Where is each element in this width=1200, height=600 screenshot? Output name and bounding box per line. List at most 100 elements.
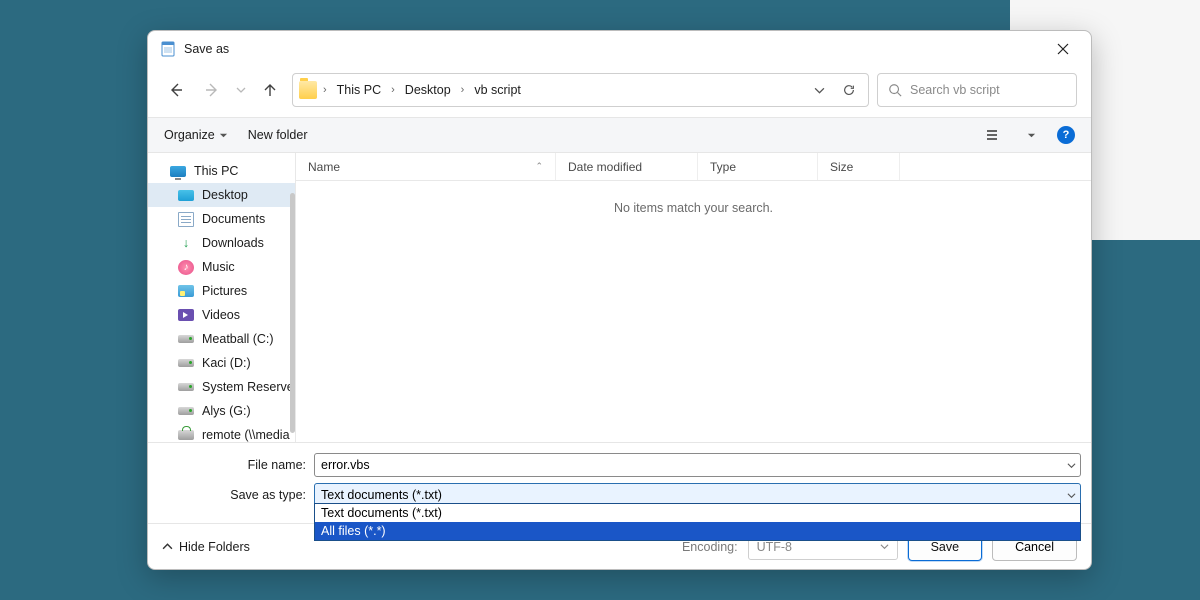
sidebar-item[interactable]: This PC: [148, 159, 295, 183]
sidebar-item[interactable]: Pictures: [148, 279, 295, 303]
sidebar-item-label: Alys (G:): [202, 404, 251, 418]
cancel-label: Cancel: [1015, 540, 1054, 554]
search-box[interactable]: [877, 73, 1077, 107]
sidebar-item[interactable]: ♪Music: [148, 255, 295, 279]
breadcrumb-separator: ›: [459, 84, 467, 96]
arrow-right-icon: [204, 82, 220, 98]
encoding-label: Encoding:: [682, 540, 738, 554]
arrow-left-icon: [168, 82, 184, 98]
sidebar-item[interactable]: Kaci (D:): [148, 351, 295, 375]
sidebar-item-label: System Reserved: [202, 380, 295, 394]
file-name-dropdown[interactable]: [1062, 454, 1080, 476]
desktop-icon: [178, 190, 194, 201]
view-options-button[interactable]: [983, 124, 1005, 146]
file-name-label: File name:: [158, 458, 314, 472]
sidebar-item-label: Downloads: [202, 236, 264, 250]
new-folder-label: New folder: [248, 128, 308, 142]
up-button[interactable]: [256, 76, 284, 104]
address-bar[interactable]: › This PC › Desktop › vb script: [292, 73, 869, 107]
column-header-name[interactable]: Name ⌃: [296, 153, 556, 180]
save-type-value: Text documents (*.txt): [321, 488, 442, 502]
sidebar-item-label: Documents: [202, 212, 265, 226]
sidebar-item[interactable]: remote (\\media: [148, 423, 295, 442]
drive-icon: [178, 335, 194, 343]
sidebar-item[interactable]: Documents: [148, 207, 295, 231]
close-icon: [1057, 43, 1069, 55]
column-size-label: Size: [830, 160, 853, 174]
hide-folders-toggle[interactable]: Hide Folders: [162, 540, 250, 554]
caret-down-icon: [1027, 131, 1036, 140]
sidebar-item[interactable]: Alys (G:): [148, 399, 295, 423]
column-header-type[interactable]: Type: [698, 153, 818, 180]
titlebar: Save as: [148, 31, 1091, 67]
sort-indicator-icon: ⌃: [535, 161, 543, 172]
close-button[interactable]: [1043, 34, 1083, 64]
save-type-label: Save as type:: [158, 488, 314, 502]
list-view-icon: [986, 128, 1002, 142]
file-name-input[interactable]: [321, 458, 1074, 472]
sidebar-item[interactable]: System Reserved: [148, 375, 295, 399]
sidebar-item[interactable]: Desktop: [148, 183, 295, 207]
vid-icon: [178, 309, 194, 321]
file-list-area: Name ⌃ Date modified Type Size No items …: [296, 153, 1091, 442]
breadcrumb-desktop[interactable]: Desktop: [401, 81, 455, 99]
folder-icon: [299, 81, 317, 99]
new-folder-button[interactable]: New folder: [248, 128, 308, 142]
sidebar-item-label: Videos: [202, 308, 240, 322]
sidebar-item-label: Desktop: [202, 188, 248, 202]
chevron-down-icon: [1067, 461, 1076, 470]
form-area: File name: Save as type: Text documents …: [148, 442, 1091, 523]
save-type-dropdown-list: Text documents (*.txt) All files (*.*): [314, 503, 1081, 541]
column-date-label: Date modified: [568, 160, 642, 174]
column-headers: Name ⌃ Date modified Type Size: [296, 153, 1091, 181]
type-option-all[interactable]: All files (*.*): [315, 522, 1080, 540]
sidebar-item-label: Meatball (C:): [202, 332, 274, 346]
refresh-icon: [842, 83, 856, 97]
chevron-down-icon: [880, 542, 889, 551]
organize-label: Organize: [164, 128, 215, 142]
organize-button[interactable]: Organize: [164, 128, 228, 142]
navigation-row: › This PC › Desktop › vb script: [148, 67, 1091, 117]
down-icon: ↓: [178, 235, 194, 251]
drive-icon: [178, 407, 194, 415]
view-dropdown[interactable]: [1025, 124, 1037, 146]
breadcrumb-this-pc[interactable]: This PC: [333, 81, 385, 99]
scrollbar-thumb[interactable]: [290, 193, 295, 433]
back-button[interactable]: [162, 76, 190, 104]
chevron-down-icon: [814, 85, 825, 96]
column-name-label: Name: [308, 160, 340, 174]
column-header-date[interactable]: Date modified: [556, 153, 698, 180]
main-area: This PC Desktop Documents ↓ Downloads ♪Music P…: [148, 153, 1091, 442]
pic-icon: [178, 285, 194, 297]
sidebar-item-label: Pictures: [202, 284, 247, 298]
address-dropdown[interactable]: [806, 77, 832, 103]
forward-button[interactable]: [198, 76, 226, 104]
type-option-txt[interactable]: Text documents (*.txt): [315, 504, 1080, 522]
column-header-size[interactable]: Size: [818, 153, 900, 180]
breadcrumb-separator: ›: [389, 84, 397, 96]
help-button[interactable]: ?: [1057, 126, 1075, 144]
sidebar-item-label: Kaci (D:): [202, 356, 251, 370]
hide-folders-label: Hide Folders: [179, 540, 250, 554]
breadcrumb-folder[interactable]: vb script: [470, 81, 525, 99]
chevron-down-icon: [236, 85, 246, 95]
sidebar-item-label: Music: [202, 260, 235, 274]
sidebar-item[interactable]: ↓ Downloads: [148, 231, 295, 255]
sidebar-item[interactable]: Videos: [148, 303, 295, 327]
file-name-field[interactable]: [314, 453, 1081, 477]
sidebar-item[interactable]: Meatball (C:): [148, 327, 295, 351]
chevron-down-icon: [1067, 491, 1076, 500]
dialog-title: Save as: [184, 42, 229, 56]
chevron-up-icon: [162, 541, 173, 552]
encoding-value: UTF-8: [757, 540, 792, 554]
recent-dropdown[interactable]: [234, 76, 248, 104]
search-icon: [888, 83, 902, 97]
toolbar: Organize New folder ?: [148, 117, 1091, 153]
refresh-button[interactable]: [836, 77, 862, 103]
sidebar-item-label: remote (\\media: [202, 428, 290, 442]
caret-down-icon: [219, 131, 228, 140]
sidebar: This PC Desktop Documents ↓ Downloads ♪Music P…: [148, 153, 296, 442]
empty-message: No items match your search.: [296, 181, 1091, 215]
drive-icon: [178, 359, 194, 367]
search-input[interactable]: [910, 83, 1066, 97]
